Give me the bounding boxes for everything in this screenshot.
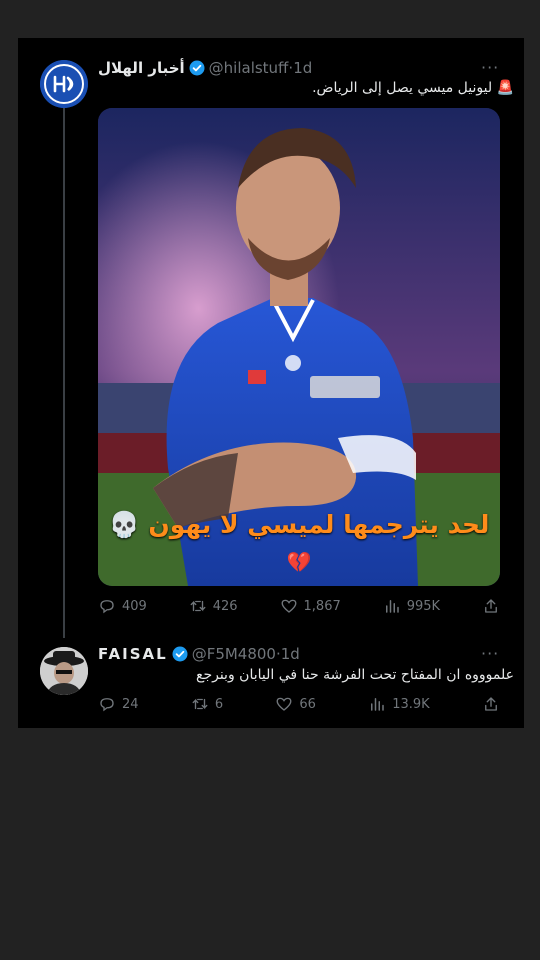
avatar-hilal[interactable]: [40, 60, 88, 108]
tweet-time[interactable]: 1d: [281, 645, 300, 663]
heart-icon: [281, 599, 296, 613]
retweet-button[interactable]: 426: [189, 597, 238, 615]
views-button[interactable]: 13.9K: [368, 695, 430, 713]
tweet2-action-bar: 24 6 66 13.9K: [98, 693, 500, 715]
like-count: 66: [299, 696, 316, 712]
tweet1-header: أخبار الهلال @hilalstuff · 1d: [98, 58, 312, 78]
more-options-icon[interactable]: ···: [481, 644, 499, 663]
views-icon: [385, 600, 399, 613]
like-button[interactable]: 66: [275, 695, 316, 713]
thread-line: [63, 108, 65, 638]
tweet-time[interactable]: 1d: [293, 59, 312, 77]
more-options-icon[interactable]: ···: [481, 58, 499, 77]
reply-button[interactable]: 24: [98, 695, 139, 713]
reply-icon: [100, 600, 114, 614]
author-handle[interactable]: @F5M4800: [192, 645, 276, 663]
tweet1-action-bar: 409 426 1,867 995K: [98, 595, 500, 617]
verified-badge-icon: [172, 646, 188, 662]
reply-count: 409: [122, 598, 147, 614]
avatar-faisal[interactable]: [40, 647, 88, 695]
tweet-text: 🚨 ليونيل ميسي يصل إلى الرياض.: [312, 80, 514, 96]
author-name[interactable]: أخبار الهلال: [98, 59, 185, 77]
retweet-count: 426: [212, 598, 238, 614]
retweet-count: 6: [214, 696, 224, 712]
share-button[interactable]: [482, 695, 500, 713]
retweet-button[interactable]: 6: [191, 695, 223, 713]
author-name[interactable]: FAISAL: [98, 645, 168, 663]
reply-text: علموووه ان المفتاح تحت الفرشة حنا في الي…: [196, 667, 514, 683]
views-count: 995K: [406, 598, 441, 614]
like-count: 1,867: [303, 598, 341, 614]
share-button[interactable]: [482, 597, 500, 615]
verified-badge-icon: [189, 60, 205, 76]
retweet-icon: [192, 698, 208, 710]
like-button[interactable]: 1,867: [280, 597, 341, 615]
views-count: 13.9K: [392, 696, 430, 712]
share-icon: [485, 599, 497, 613]
reply-button[interactable]: 409: [98, 597, 147, 615]
tweet2-header: FAISAL @F5M4800 · 1d: [98, 644, 300, 664]
share-icon: [485, 697, 497, 711]
reply-count: 24: [122, 696, 139, 712]
reply-icon: [100, 698, 114, 712]
faisal-avatar-illustration: [40, 647, 88, 695]
heart-icon: [276, 697, 292, 711]
image-caption-overlay: لحد يترجمها لميسي لا يهون 💀: [108, 510, 490, 539]
views-icon: [371, 698, 384, 711]
author-handle[interactable]: @hilalstuff: [209, 59, 289, 77]
hilal-logo-icon: [40, 60, 88, 108]
broken-heart-emoji: 💔: [286, 550, 312, 574]
tweet-image[interactable]: لحد يترجمها لميسي لا يهون 💀 💔: [98, 108, 500, 586]
views-button[interactable]: 995K: [383, 597, 440, 615]
retweet-icon: [190, 600, 206, 612]
